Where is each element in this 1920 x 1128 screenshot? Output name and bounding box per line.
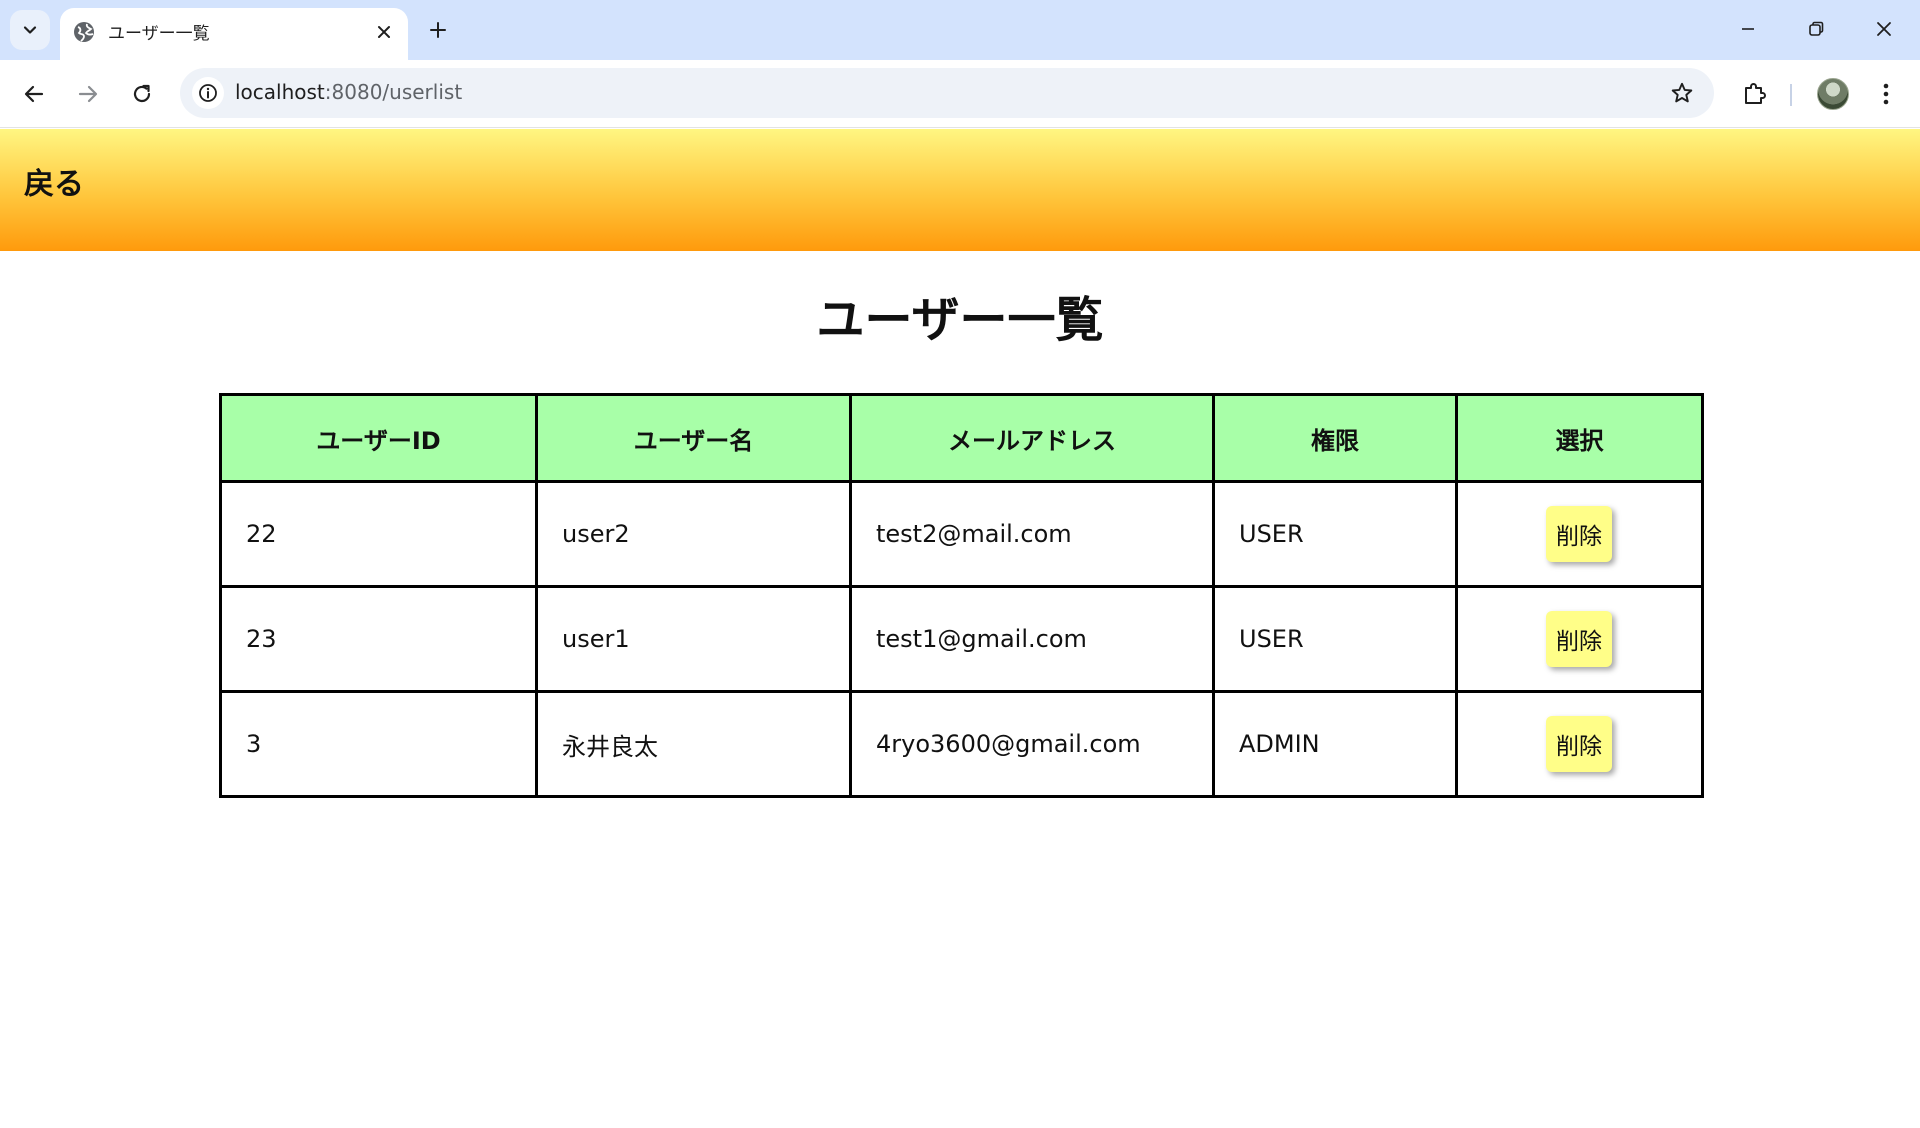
column-header-user-name: ユーザー名 <box>535 393 852 483</box>
address-bar[interactable]: localhost:8080/userlist <box>180 68 1714 118</box>
minimize-icon <box>1742 28 1754 30</box>
column-header-role: 権限 <box>1212 393 1458 483</box>
arrow-left-icon <box>24 85 44 103</box>
url-host: localhost <box>235 80 325 104</box>
reload-button[interactable] <box>124 76 160 112</box>
browser-tab-active[interactable]: ユーザー一覧 <box>60 8 408 60</box>
column-header-user-id: ユーザーID <box>219 393 538 483</box>
plus-icon <box>430 22 446 38</box>
cell-email: test1@gmail.com <box>849 585 1215 693</box>
close-icon <box>1877 22 1891 36</box>
column-header-select: 選択 <box>1455 393 1704 483</box>
back-button[interactable] <box>16 76 52 112</box>
cell-email: 4ryo3600@gmail.com <box>849 690 1215 798</box>
table-row: 23 user1 test1@gmail.com USER 削除 <box>219 585 1704 693</box>
page-title: ユーザー一覧 <box>816 292 1104 348</box>
cell-email: test2@mail.com <box>849 480 1215 588</box>
back-link[interactable]: 戻る <box>24 159 84 203</box>
url-text[interactable]: localhost:8080/userlist <box>235 80 462 104</box>
cell-user-id: 23 <box>219 585 538 693</box>
table-row: 3 永井良太 4ryo3600@gmail.com ADMIN 削除 <box>219 690 1704 798</box>
new-tab-button[interactable] <box>424 12 452 48</box>
cell-user-name: user1 <box>535 585 852 693</box>
tab-title: ユーザー一覧 <box>108 24 210 44</box>
cell-role: USER <box>1212 480 1458 588</box>
table-header-row: ユーザーID ユーザー名 メールアドレス 権限 選択 <box>219 393 1704 483</box>
window-close-button[interactable] <box>1854 6 1914 52</box>
cell-role: ADMIN <box>1212 690 1458 798</box>
window-restore-button[interactable] <box>1786 6 1846 52</box>
cell-action: 削除 <box>1455 690 1704 798</box>
chevron-down-icon <box>23 26 37 34</box>
user-table: ユーザーID ユーザー名 メールアドレス 権限 選択 22 user2 test… <box>219 393 1704 798</box>
reload-icon <box>133 84 151 103</box>
cell-action: 削除 <box>1455 585 1704 693</box>
arrow-right-icon <box>78 85 98 103</box>
puzzle-icon <box>1745 83 1766 104</box>
globe-icon <box>74 22 94 42</box>
restore-icon <box>1809 21 1824 36</box>
bookmark-star-button[interactable] <box>1668 79 1696 107</box>
cell-user-id: 3 <box>219 690 538 798</box>
delete-button[interactable]: 削除 <box>1546 611 1612 667</box>
browser-toolbar: localhost:8080/userlist <box>0 60 1920 128</box>
window-minimize-button[interactable] <box>1718 6 1778 52</box>
extensions-button[interactable] <box>1738 78 1770 110</box>
star-icon <box>1671 82 1693 103</box>
cell-user-name: user2 <box>535 480 852 588</box>
cell-user-name: 永井良太 <box>535 690 852 798</box>
info-icon <box>199 84 217 102</box>
browser-menu-button[interactable] <box>1872 78 1900 110</box>
url-path: :8080/userlist <box>324 80 463 104</box>
delete-button[interactable]: 削除 <box>1546 716 1612 772</box>
tab-close-button[interactable] <box>370 18 398 46</box>
browser-tabstrip: ユーザー一覧 <box>0 0 1920 60</box>
close-icon <box>378 26 390 38</box>
forward-button[interactable] <box>70 76 106 112</box>
site-info-button[interactable] <box>192 77 224 109</box>
toolbar-separator <box>1790 84 1792 106</box>
cell-role: USER <box>1212 585 1458 693</box>
page-header: 戻る <box>0 129 1920 251</box>
cell-action: 削除 <box>1455 480 1704 588</box>
delete-button[interactable]: 削除 <box>1546 506 1612 562</box>
profile-avatar[interactable] <box>1817 78 1849 110</box>
column-header-email: メールアドレス <box>849 393 1215 483</box>
cell-user-id: 22 <box>219 480 538 588</box>
more-vertical-icon <box>1883 83 1889 105</box>
tab-search-button[interactable] <box>10 10 50 50</box>
table-row: 22 user2 test2@mail.com USER 削除 <box>219 480 1704 588</box>
